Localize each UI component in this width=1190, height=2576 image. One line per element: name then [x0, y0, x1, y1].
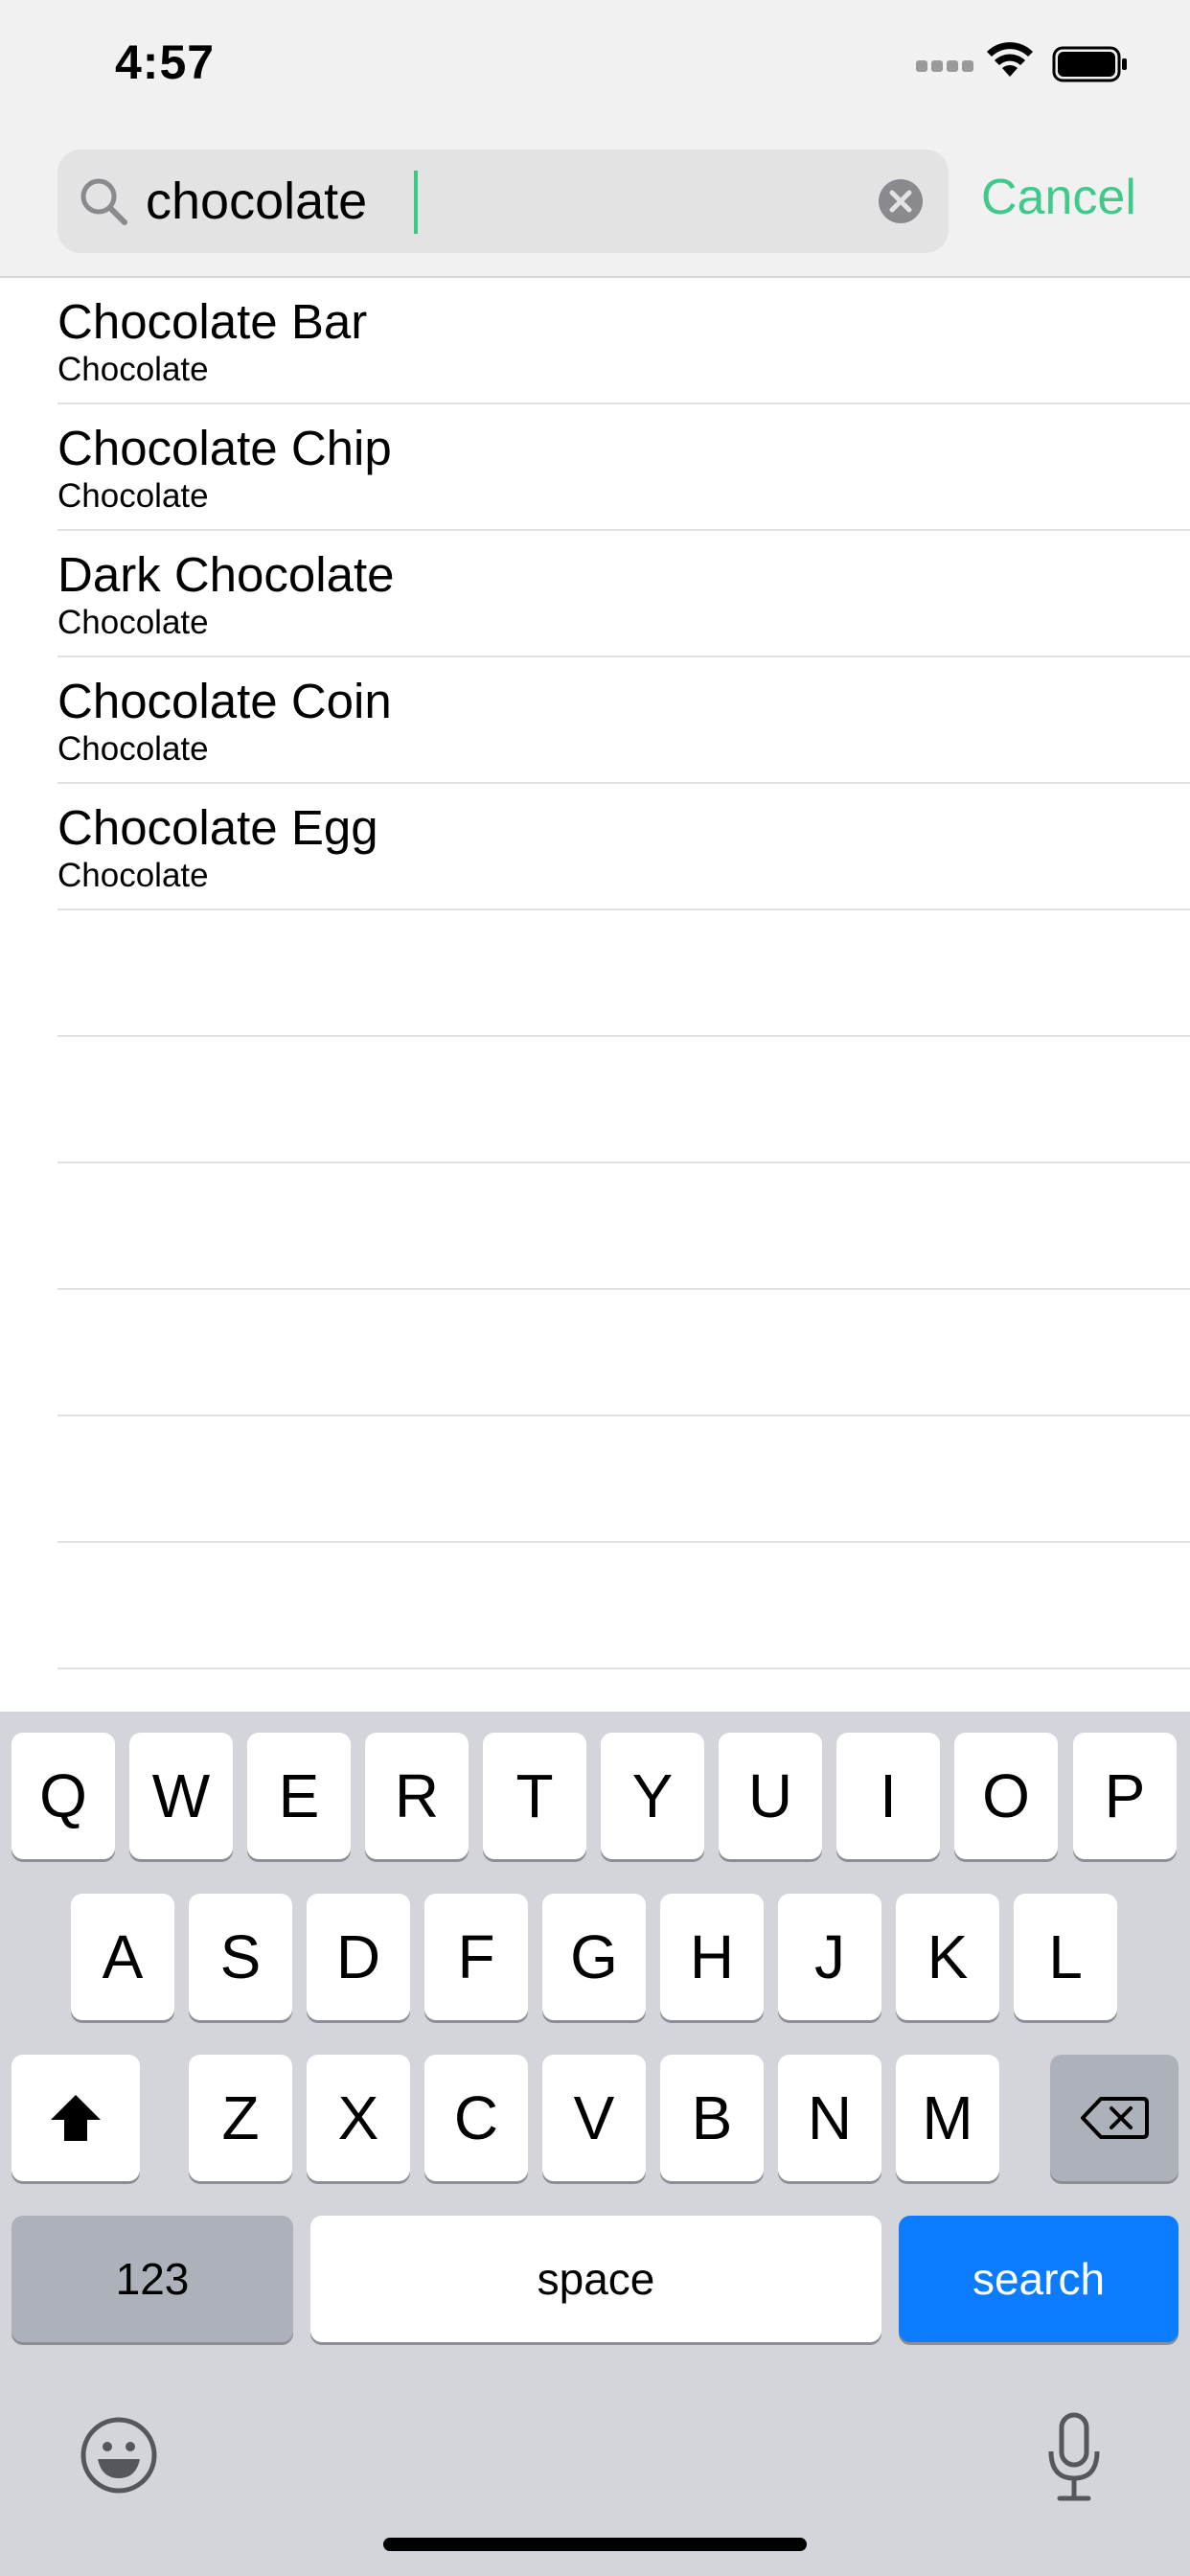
- result-title: Chocolate Chip: [57, 421, 392, 475]
- key-r[interactable]: R: [365, 1733, 469, 1859]
- search-icon: [80, 178, 127, 225]
- result-title: Chocolate Coin: [57, 674, 392, 728]
- shift-key[interactable]: [11, 2055, 140, 2181]
- home-indicator[interactable]: [383, 2538, 807, 2551]
- result-title: Chocolate Bar: [57, 294, 368, 349]
- result-category: Chocolate: [57, 351, 209, 388]
- key-d[interactable]: D: [307, 1894, 410, 2020]
- key-p[interactable]: P: [1073, 1733, 1177, 1859]
- key-s[interactable]: S: [189, 1894, 292, 2020]
- key-i[interactable]: I: [836, 1733, 940, 1859]
- text-cursor: [414, 171, 418, 234]
- key-o[interactable]: O: [954, 1733, 1058, 1859]
- key-l[interactable]: L: [1014, 1894, 1117, 2020]
- key-q[interactable]: Q: [11, 1733, 115, 1859]
- clear-text-icon[interactable]: [878, 178, 924, 224]
- key-c[interactable]: C: [424, 2055, 528, 2181]
- space-key[interactable]: space: [310, 2216, 881, 2342]
- key-g[interactable]: G: [542, 1894, 646, 2020]
- empty-row: [57, 1543, 1190, 1669]
- results-list: Chocolate Bar Chocolate Chocolate Chip C…: [0, 278, 1190, 1669]
- battery-icon: [1052, 46, 1127, 82]
- cellular-signal-icon: [916, 58, 973, 73]
- key-k[interactable]: K: [896, 1894, 999, 2020]
- key-x[interactable]: X: [307, 2055, 410, 2181]
- key-u[interactable]: U: [719, 1733, 822, 1859]
- empty-row: [57, 1290, 1190, 1416]
- emoji-icon[interactable]: [79, 2415, 159, 2496]
- search-key[interactable]: search: [899, 2216, 1179, 2342]
- key-f[interactable]: F: [424, 1894, 528, 2020]
- delete-key[interactable]: [1050, 2055, 1179, 2181]
- empty-row: [57, 1163, 1190, 1290]
- result-category: Chocolate: [57, 477, 209, 515]
- wifi-icon: [987, 42, 1033, 77]
- key-m[interactable]: M: [896, 2055, 999, 2181]
- search-bar[interactable]: [57, 150, 949, 253]
- result-row[interactable]: Chocolate Coin Chocolate: [57, 657, 1190, 784]
- key-b[interactable]: B: [660, 2055, 764, 2181]
- status-time: 4:57: [115, 35, 216, 89]
- key-h[interactable]: H: [660, 1894, 764, 2020]
- result-category: Chocolate: [57, 730, 209, 768]
- result-row[interactable]: Chocolate Chip Chocolate: [57, 404, 1190, 531]
- cancel-button[interactable]: Cancel: [981, 169, 1136, 226]
- numbers-key[interactable]: 123: [11, 2216, 293, 2342]
- key-e[interactable]: E: [247, 1733, 351, 1859]
- key-v[interactable]: V: [542, 2055, 646, 2181]
- key-z[interactable]: Z: [189, 2055, 292, 2181]
- result-category: Chocolate: [57, 604, 209, 641]
- shift-icon: [51, 2095, 101, 2141]
- key-a[interactable]: A: [71, 1894, 174, 2020]
- key-t[interactable]: T: [483, 1733, 586, 1859]
- result-category: Chocolate: [57, 857, 209, 894]
- key-n[interactable]: N: [778, 2055, 881, 2181]
- result-row[interactable]: Chocolate Egg Chocolate: [57, 784, 1190, 910]
- navigation-header: 4:57 Cancel: [0, 0, 1190, 278]
- key-w[interactable]: W: [129, 1733, 233, 1859]
- backspace-icon: [1081, 2097, 1149, 2139]
- result-row[interactable]: Chocolate Bar Chocolate: [57, 278, 1190, 404]
- result-row[interactable]: Dark Chocolate Chocolate: [57, 531, 1190, 657]
- keyboard: Q W E R T Y U I O P A S D F G H J K L Z …: [0, 1712, 1190, 2576]
- empty-row: [57, 1416, 1190, 1543]
- key-y[interactable]: Y: [601, 1733, 704, 1859]
- result-title: Dark Chocolate: [57, 547, 395, 602]
- key-j[interactable]: J: [778, 1894, 881, 2020]
- search-input[interactable]: [146, 167, 874, 236]
- empty-row: [57, 910, 1190, 1037]
- result-title: Chocolate Egg: [57, 800, 378, 855]
- microphone-icon[interactable]: [1044, 2411, 1104, 2503]
- empty-row: [57, 1037, 1190, 1163]
